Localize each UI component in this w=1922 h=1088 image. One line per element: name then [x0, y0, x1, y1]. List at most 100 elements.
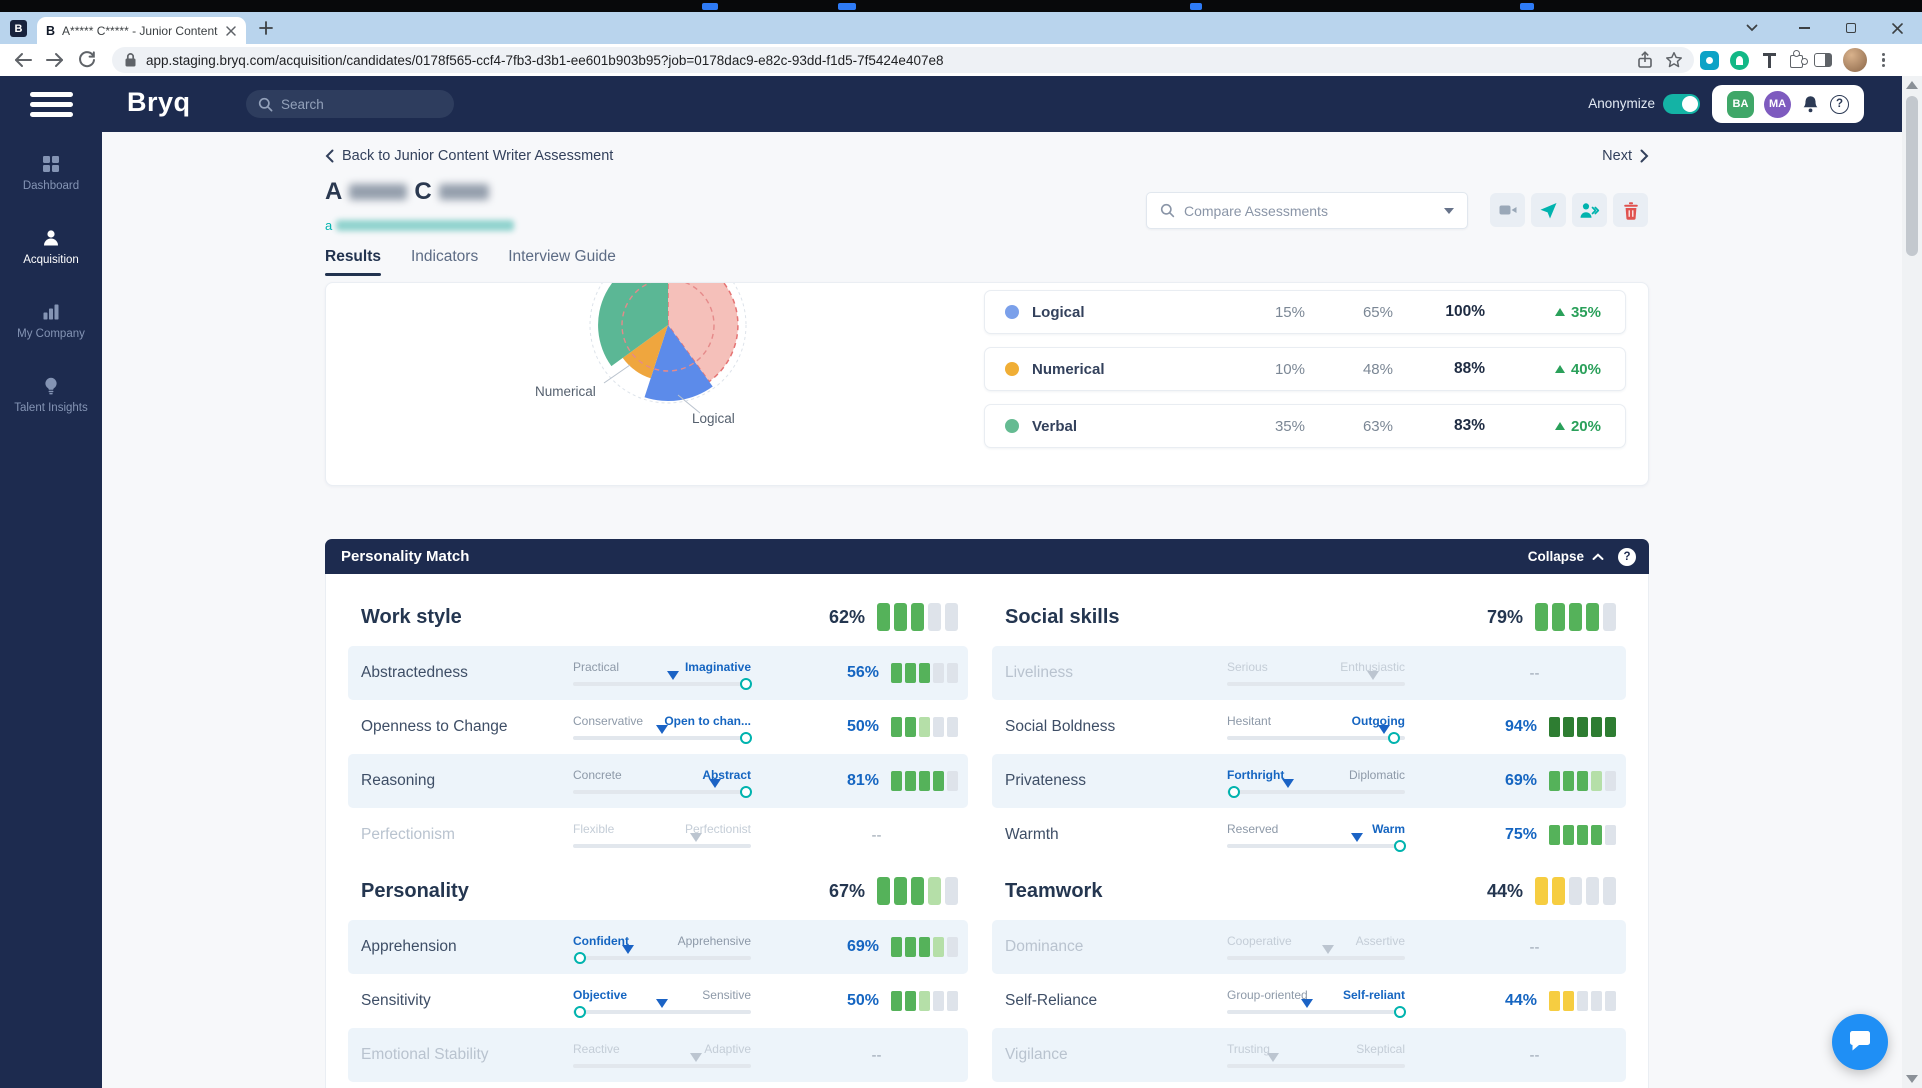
- slider-left-label: Forthright: [1227, 768, 1285, 782]
- benchmark-percent: 65%: [1362, 303, 1393, 321]
- score-bar-segment: [905, 771, 916, 791]
- next-candidate-link[interactable]: Next: [1602, 148, 1649, 164]
- anonymize-toggle[interactable]: [1663, 94, 1700, 114]
- personality-match-header: Personality Match Collapse ?: [325, 539, 1649, 574]
- move-candidate-button[interactable]: [1572, 193, 1607, 227]
- slider-left-label: Group-oriented: [1227, 988, 1308, 1002]
- browser-profile-avatar[interactable]: [1843, 48, 1867, 72]
- trait-score-na: --: [1529, 664, 1540, 682]
- chevron-left-icon: [325, 149, 334, 163]
- trait-score-percent: 50%: [846, 992, 879, 1009]
- app-header: Bryq Search Anonymize BA MA ?: [0, 76, 1922, 132]
- extension-icon-teal[interactable]: [1700, 50, 1719, 70]
- bookmark-star-icon[interactable]: [1664, 50, 1684, 70]
- side-panel-icon[interactable]: [1814, 53, 1832, 67]
- tab-indicators[interactable]: Indicators: [411, 248, 478, 276]
- back-button[interactable]: [10, 48, 36, 72]
- candidate-marker-icon: [656, 999, 668, 1008]
- video-interview-button[interactable]: [1490, 193, 1525, 227]
- score-bar-segment: [919, 663, 930, 683]
- trait-name: Openness to Change: [361, 718, 508, 735]
- cognitive-score-row: Verbal 35% 63% 83% 20%: [984, 404, 1626, 448]
- target-ring-icon: [1228, 786, 1241, 798]
- trait-name: Warmth: [1005, 826, 1059, 843]
- page-content: Back to Junior Content Writer Assessment…: [102, 132, 1902, 1088]
- window-close-button[interactable]: [1884, 16, 1910, 40]
- extensions-puzzle-icon[interactable]: [1790, 50, 1808, 68]
- collapse-button[interactable]: Collapse: [1528, 549, 1604, 564]
- avatar-ma[interactable]: MA: [1764, 90, 1791, 118]
- sidebar-item-talent-insights[interactable]: Talent Insights: [0, 376, 102, 414]
- slider-left-label: Flexible: [573, 822, 615, 836]
- send-assessment-button[interactable]: [1531, 193, 1566, 227]
- blurred-email: [336, 220, 515, 231]
- trait-name: Vigilance: [1005, 1046, 1068, 1063]
- score-bar-segment: [933, 663, 944, 683]
- score-bar-segment: [891, 771, 902, 791]
- trait-row: Vigilance Trusting Skeptical --: [992, 1028, 1626, 1082]
- tab-title: A***** C***** - Junior Content W: [62, 23, 218, 38]
- address-bar[interactable]: app.staging.bryq.com/acquisition/candida…: [112, 47, 1694, 73]
- collapse-label: Collapse: [1527, 549, 1584, 564]
- sidebar-item-my-company[interactable]: My Company: [0, 302, 102, 340]
- reload-button[interactable]: [74, 48, 100, 72]
- chat-launcher-button[interactable]: [1832, 1014, 1888, 1070]
- scrollbar-up-arrow[interactable]: [1906, 81, 1918, 89]
- slider-track: [1227, 945, 1405, 960]
- slider-left-label: Reactive: [573, 1042, 620, 1056]
- triangle-up-icon: [1554, 365, 1565, 373]
- score-bar-segment: [905, 991, 916, 1011]
- slider-right-label: Imaginative: [684, 660, 751, 674]
- forward-button[interactable]: [42, 48, 68, 72]
- breadcrumb-back-link[interactable]: Back to Junior Content Writer Assessment: [325, 148, 613, 164]
- trait-score-percent: 69%: [846, 938, 879, 955]
- browser-menu-icon[interactable]: [1878, 52, 1889, 68]
- top-strip-marker: [702, 3, 718, 10]
- page-scrollbar[interactable]: [1902, 76, 1922, 1088]
- browser-toolbar: app.staging.bryq.com/acquisition/candida…: [0, 44, 1922, 76]
- benchmark-percent: 63%: [1362, 417, 1393, 435]
- slider-track: [1227, 999, 1406, 1018]
- compare-assessments-select[interactable]: Compare Assessments: [1146, 192, 1468, 229]
- score-bar-segment: [1549, 991, 1560, 1011]
- window-app-icon-letter: B: [14, 22, 23, 35]
- help-icon[interactable]: ?: [1830, 94, 1849, 114]
- slider-track: [573, 1053, 751, 1068]
- slider-left-label: Concrete: [573, 768, 622, 782]
- score-bar-segment: [1552, 603, 1565, 631]
- score-bar-segment: [1577, 717, 1588, 737]
- sidebar-item-label: Dashboard: [22, 180, 80, 192]
- sidebar-item-acquisition[interactable]: Acquisition: [0, 228, 102, 266]
- window-maximize-button[interactable]: [1838, 16, 1864, 40]
- share-icon[interactable]: [1635, 50, 1655, 70]
- window-minimize-button[interactable]: [1791, 16, 1817, 40]
- tab-results[interactable]: Results: [325, 248, 381, 276]
- trait-row: Openness to Change Conservative Open to c…: [348, 700, 968, 754]
- browser-tab[interactable]: B A***** C***** - Junior Content W: [37, 17, 246, 44]
- group-name: Social skills: [1005, 605, 1120, 628]
- candidate-email-link[interactable]: a: [325, 218, 515, 233]
- extension-icon-t[interactable]: [1760, 51, 1779, 70]
- bryq-logo[interactable]: Bryq: [127, 87, 191, 118]
- extension-icon-green[interactable]: [1730, 50, 1749, 70]
- blurred-last-name: [438, 184, 489, 200]
- trait-row: Dominance Cooperative Assertive --: [992, 920, 1626, 974]
- menu-hamburger-icon[interactable]: [30, 92, 73, 117]
- tab-search-chevron-icon[interactable]: [1739, 16, 1765, 40]
- tab-close-icon[interactable]: [225, 25, 237, 37]
- cognitive-score-list: Logical 15% 65% 100% 35% Numerical 10% 4…: [984, 290, 1626, 461]
- section-help-icon[interactable]: ?: [1618, 547, 1636, 566]
- avatar-ba[interactable]: BA: [1727, 90, 1754, 118]
- delete-candidate-button[interactable]: [1613, 193, 1648, 227]
- trait-slider: Trusting Skeptical: [1227, 1042, 1405, 1068]
- score-bar-segment: [891, 991, 902, 1011]
- global-search-input[interactable]: Search: [246, 90, 454, 118]
- score-bar-segment: [933, 937, 944, 957]
- new-tab-button[interactable]: [258, 20, 274, 36]
- tab-interview-guide[interactable]: Interview Guide: [508, 248, 616, 276]
- sidebar-item-dashboard[interactable]: Dashboard: [0, 154, 102, 192]
- scrollbar-down-arrow[interactable]: [1906, 1075, 1918, 1083]
- notifications-bell-icon[interactable]: [1801, 94, 1820, 114]
- scrollbar-thumb[interactable]: [1906, 96, 1918, 256]
- slider-right-label: Skeptical: [1356, 1042, 1405, 1056]
